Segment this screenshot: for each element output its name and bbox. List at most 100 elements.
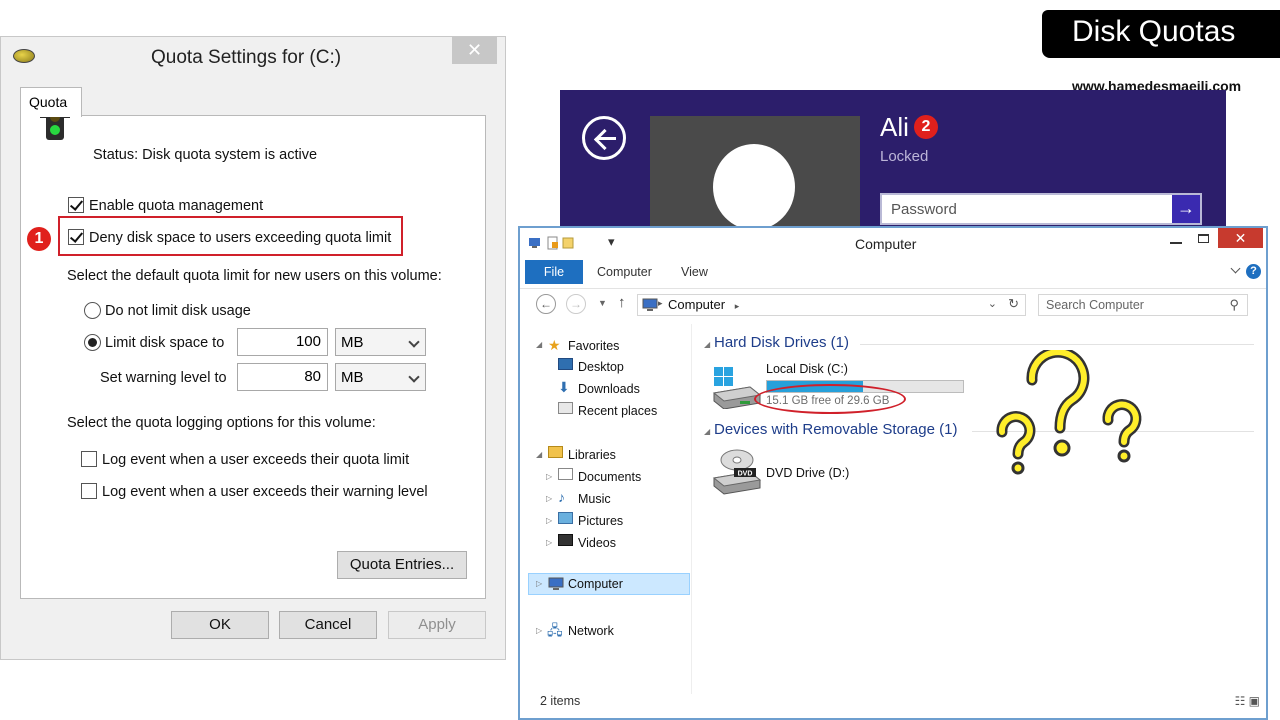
dvd-drive-icon: DVD bbox=[712, 449, 762, 495]
log-warning-label: Log event when a user exceeds their warn… bbox=[102, 484, 428, 500]
address-bar[interactable]: ▸ Computer ▸ ⌄ ↻ bbox=[637, 294, 1026, 316]
sidebar-item-recent-places[interactable]: Recent places bbox=[578, 404, 657, 418]
address-dropdown-icon[interactable]: ⌄ bbox=[988, 297, 997, 310]
enable-quota-checkbox[interactable] bbox=[68, 197, 84, 213]
warning-unit-select[interactable]: MB bbox=[335, 363, 426, 391]
submit-arrow-button[interactable]: → bbox=[1172, 195, 1200, 223]
limit-value-input[interactable]: 100 bbox=[237, 328, 328, 356]
local-disk-name[interactable]: Local Disk (C:) bbox=[766, 362, 848, 376]
sidebar-item-network[interactable]: Network bbox=[568, 624, 614, 638]
ok-button[interactable]: OK bbox=[171, 611, 269, 639]
limit-unit-select[interactable]: MB bbox=[335, 328, 426, 356]
sidebar-item-libraries[interactable]: Libraries bbox=[568, 448, 616, 462]
apply-button[interactable]: Apply bbox=[388, 611, 486, 639]
tab-file[interactable]: File bbox=[525, 260, 583, 284]
sidebar-item-music[interactable]: Music bbox=[578, 492, 611, 506]
sidebar-item-computer[interactable]: ▷ Computer bbox=[528, 573, 690, 595]
collapse-triangle-icon[interactable]: ◢ bbox=[536, 340, 542, 349]
refresh-icon[interactable]: ↻ bbox=[1008, 296, 1019, 312]
breadcrumb-separator-icon: ▸ bbox=[658, 298, 663, 308]
warning-label: Set warning level to bbox=[100, 370, 227, 386]
sidebar-item-computer-label: Computer bbox=[568, 577, 623, 591]
limit-unit-value: MB bbox=[341, 334, 364, 351]
desktop-icon bbox=[558, 358, 573, 370]
chevron-down-icon bbox=[408, 371, 420, 383]
password-input[interactable]: Password bbox=[880, 193, 1202, 225]
tab-quota[interactable]: Quota bbox=[20, 87, 82, 117]
expand-triangle-icon[interactable]: ▷ bbox=[546, 472, 552, 481]
quick-access-dropdown[interactable]: ▾ bbox=[608, 234, 615, 250]
enable-quota-label: Enable quota management bbox=[89, 198, 264, 214]
search-placeholder: Search Computer bbox=[1046, 298, 1144, 312]
network-icon: 🖧 bbox=[547, 622, 563, 638]
chevron-down-icon bbox=[408, 336, 420, 348]
tab-view[interactable]: View bbox=[681, 260, 708, 284]
sidebar-item-downloads[interactable]: Downloads bbox=[578, 382, 640, 396]
sidebar-item-desktop[interactable]: Desktop bbox=[578, 360, 624, 374]
music-icon: ♪ bbox=[558, 489, 565, 505]
default-limit-heading: Select the default quota limit for new u… bbox=[67, 268, 442, 284]
highlight-ellipse bbox=[754, 384, 906, 414]
back-button[interactable]: ← bbox=[536, 294, 556, 314]
status-item-count: 2 items bbox=[540, 694, 581, 708]
close-button[interactable]: ✕ bbox=[452, 37, 497, 64]
navigation-pane: ◢ ★ Favorites Desktop ⬇ Downloads Recent… bbox=[520, 324, 692, 694]
dvd-drive-name[interactable]: DVD Drive (D:) bbox=[766, 466, 849, 480]
cancel-button[interactable]: Cancel bbox=[279, 611, 377, 639]
limit-radio[interactable] bbox=[84, 334, 101, 351]
user-name: Ali bbox=[880, 112, 909, 142]
collapse-triangle-icon[interactable]: ◢ bbox=[704, 340, 710, 349]
expand-triangle-icon[interactable]: ▷ bbox=[546, 516, 552, 525]
no-limit-label: Do not limit disk usage bbox=[105, 303, 251, 319]
limit-label: Limit disk space to bbox=[105, 335, 225, 351]
downloads-icon: ⬇ bbox=[558, 379, 570, 395]
search-icon[interactable]: ⚲ bbox=[1229, 297, 1239, 313]
help-icon[interactable]: ? bbox=[1246, 264, 1261, 279]
documents-icon bbox=[558, 468, 573, 480]
dvd-label: DVD bbox=[738, 471, 753, 478]
libraries-icon bbox=[548, 446, 563, 458]
expand-triangle-icon[interactable]: ▷ bbox=[536, 579, 542, 588]
tab-computer[interactable]: Computer bbox=[597, 260, 652, 284]
expand-triangle-icon[interactable]: ▷ bbox=[536, 626, 542, 635]
recent-locations-icon[interactable]: ▼ bbox=[598, 298, 607, 308]
group-hard-disk-drives[interactable]: Hard Disk Drives (1) bbox=[714, 334, 849, 351]
address-text: Computer bbox=[668, 297, 726, 312]
up-arrow-icon[interactable]: ↑ bbox=[618, 294, 626, 311]
sidebar-item-favorites[interactable]: Favorites bbox=[568, 339, 619, 353]
maximize-button[interactable] bbox=[1198, 234, 1209, 243]
sidebar-item-pictures[interactable]: Pictures bbox=[578, 514, 623, 528]
deny-space-label: Deny disk space to users exceeding quota… bbox=[89, 230, 392, 246]
explorer-window: ▾ Computer ✕ File Computer View ? ← → ▼ … bbox=[518, 226, 1268, 720]
expand-triangle-icon[interactable]: ▷ bbox=[546, 494, 552, 503]
log-limit-checkbox[interactable] bbox=[81, 451, 97, 467]
address-row: ← → ▼ ↑ ▸ Computer ▸ ⌄ ↻ Search Computer… bbox=[520, 288, 1266, 320]
view-toggle-icons[interactable]: ☷ ▣ bbox=[1235, 694, 1260, 708]
forward-button[interactable]: → bbox=[566, 294, 586, 314]
brand-title: Disk Quotas bbox=[1042, 10, 1280, 58]
sidebar-item-videos[interactable]: Videos bbox=[578, 536, 616, 550]
collapse-triangle-icon[interactable]: ◢ bbox=[704, 427, 710, 436]
search-input[interactable]: Search Computer ⚲ bbox=[1038, 294, 1248, 316]
explorer-title: Computer bbox=[855, 236, 917, 252]
quota-status: Status: Disk quota system is active bbox=[93, 147, 318, 163]
deny-space-checkbox[interactable] bbox=[68, 229, 84, 245]
ribbon-expand-icon[interactable] bbox=[1230, 263, 1241, 274]
quota-entries-button[interactable]: Quota Entries... bbox=[337, 551, 467, 579]
minimize-button[interactable] bbox=[1170, 242, 1182, 244]
warning-value-input[interactable]: 80 bbox=[237, 363, 328, 391]
group-removable-storage[interactable]: Devices with Removable Storage (1) bbox=[714, 421, 957, 438]
breadcrumb-chevron-icon[interactable]: ▸ bbox=[735, 301, 740, 311]
expand-triangle-icon[interactable]: ▷ bbox=[546, 538, 552, 547]
no-limit-radio[interactable] bbox=[84, 302, 101, 319]
sidebar-item-documents[interactable]: Documents bbox=[578, 470, 641, 484]
back-arrow-icon[interactable] bbox=[582, 116, 626, 160]
collapse-triangle-icon[interactable]: ◢ bbox=[536, 450, 542, 459]
dialog-titlebar: Quota Settings for (C:) ✕ bbox=[1, 37, 505, 81]
local-disk-icon bbox=[712, 367, 762, 409]
explorer-close-button[interactable]: ✕ bbox=[1218, 228, 1263, 248]
computer-icon bbox=[548, 577, 564, 590]
step-badge-2: 2 bbox=[914, 115, 938, 139]
log-warning-checkbox[interactable] bbox=[81, 483, 97, 499]
quick-access-toolbar-icon[interactable] bbox=[528, 236, 580, 250]
